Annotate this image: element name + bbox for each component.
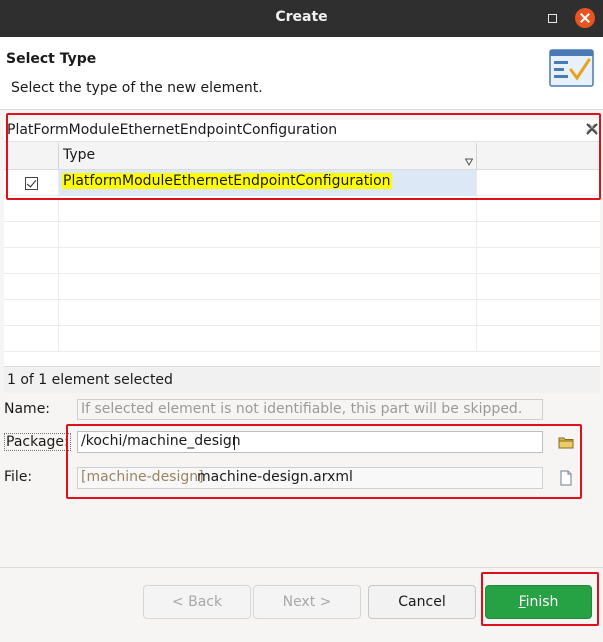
window-title: Create [275,9,328,25]
cell-divider [58,170,59,196]
wizard-header: Select Type Select the type of the new e… [0,37,603,110]
window-close-icon[interactable] [575,8,595,28]
table-header: Type [4,143,600,170]
file-input[interactable]: [machine-design] machine-design.arxml [77,467,543,489]
clear-filter-icon[interactable] [586,123,598,135]
package-label: Package: [4,433,71,451]
type-cell: PlatformModuleEthernetEndpointConfigurat… [62,173,392,189]
file-icon[interactable] [558,470,574,486]
back-button[interactable]: < Back [143,585,251,619]
wizard-description: Select the type of the new element. [11,80,263,96]
empty-row [4,248,600,274]
empty-row [4,196,600,222]
finish-accelerator: F [518,594,526,610]
cell-divider [476,170,477,196]
empty-row [4,274,600,300]
text-caret [234,435,235,450]
next-button[interactable]: Next > [253,585,361,619]
title-bar: Create [0,0,603,37]
package-input[interactable]: /kochi/machine_design [77,431,543,453]
selection-status-text: 1 of 1 element selected [7,372,173,388]
sort-filter-icon[interactable] [465,158,473,166]
type-filter-row: PlatFormModuleEthernetEndpointConfigurat… [4,120,600,142]
file-label: File: [4,469,33,485]
selection-status-bar: 1 of 1 element selected [4,366,600,393]
type-column-header[interactable]: Type [63,147,95,163]
window-maximize-icon[interactable] [542,8,562,28]
name-field: If selected element is not identifiable,… [77,399,543,420]
package-value: /kochi/machine_design [81,433,241,449]
type-filter-input[interactable]: PlatFormModuleEthernetEndpointConfigurat… [7,122,337,138]
table-row[interactable]: PlatformModuleEthernetEndpointConfigurat… [4,170,600,196]
checkbox-checked-icon[interactable] [25,177,38,190]
finish-button[interactable]: Finish [485,585,592,619]
file-name: machine-design.arxml [197,469,353,485]
folder-icon[interactable] [558,434,574,450]
column-divider [58,143,59,170]
column-divider [476,143,477,170]
cancel-button[interactable]: Cancel [368,585,476,619]
footer-separator [0,567,603,568]
name-field-placeholder: If selected element is not identifiable,… [81,401,523,417]
wizard-title: Select Type [6,51,97,67]
name-label: Name: [4,401,51,417]
file-project: [machine-design] [81,469,204,485]
finish-label: inish [525,594,559,610]
empty-row [4,300,600,326]
empty-row [4,326,600,352]
type-table: Type PlatformModuleEthernetEndpointConfi… [4,143,600,366]
empty-row [4,222,600,248]
wizard-banner-icon [549,49,594,87]
